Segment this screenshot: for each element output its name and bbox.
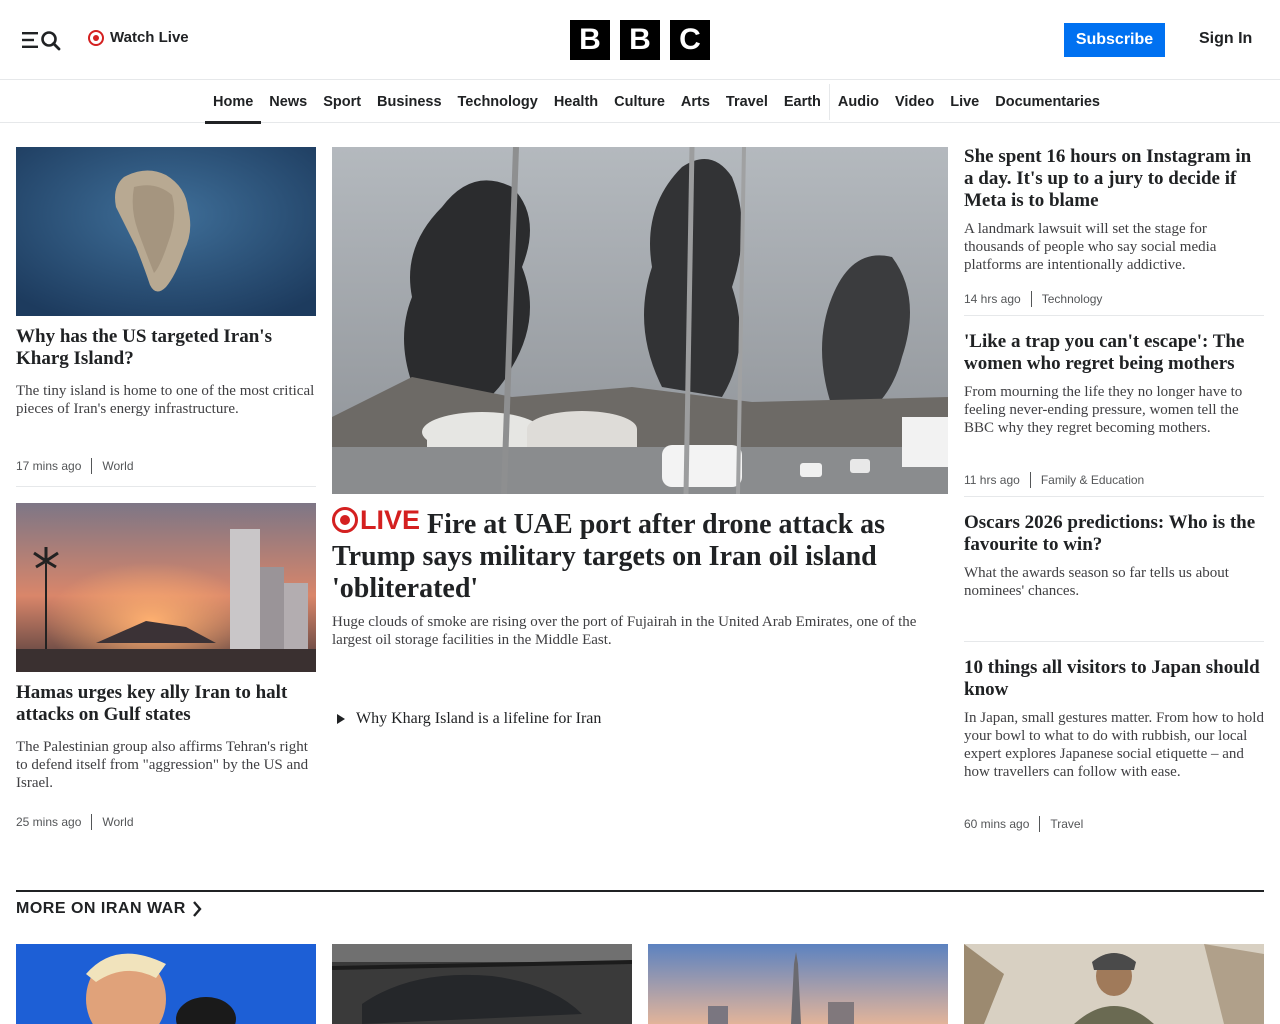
story-meta: 11 hrs ago Family & Education [964, 472, 1144, 488]
story-time: 60 mins ago [964, 817, 1030, 831]
nav-item-earth[interactable]: Earth [776, 81, 829, 123]
section-title: MORE ON IRAN WAR [16, 900, 186, 917]
chevron-right-icon [192, 901, 202, 917]
trump-image[interactable] [16, 944, 316, 1024]
menu-search-button[interactable] [20, 28, 64, 52]
main-headline[interactable]: LIVE Fire at UAE port after drone attack… [332, 504, 948, 605]
story-summary: The tiny island is home to one of the mo… [16, 383, 315, 417]
story-time: 11 hrs ago [964, 473, 1020, 487]
nav-item-travel[interactable]: Travel [718, 81, 776, 123]
nav-item-technology[interactable]: Technology [450, 81, 546, 123]
nav-item-news[interactable]: News [261, 81, 315, 123]
watch-live-link[interactable]: Watch Live [88, 29, 189, 46]
nav-item-video[interactable]: Video [887, 81, 942, 123]
story-summary: From mourning the life they no longer ha… [964, 384, 1243, 436]
dubai-skyline-image[interactable] [648, 944, 948, 1024]
watch-live-label: Watch Live [110, 29, 189, 46]
gulf-fire-image[interactable] [16, 503, 316, 672]
main-summary: Huge clouds of smoke are rising over the… [332, 614, 917, 648]
nav-item-sport[interactable]: Sport [315, 81, 369, 123]
subscribe-button[interactable]: Subscribe [1064, 23, 1165, 57]
section-divider [16, 890, 1264, 892]
related-link[interactable]: Why Kharg Island is a lifeline for Iran [336, 710, 601, 728]
kharg-island-image[interactable] [16, 147, 316, 316]
logo-letter: C [670, 20, 710, 60]
story-summary: The Palestinian group also affirms Tehra… [16, 739, 309, 791]
divider [964, 315, 1264, 316]
story-headline[interactable]: Why has the US targeted Iran's Kharg Isl… [16, 326, 316, 370]
fujairah-smoke-image[interactable] [332, 147, 948, 494]
story-section[interactable]: World [102, 815, 133, 829]
fighter-image[interactable] [964, 944, 1264, 1024]
story-time: 17 mins ago [16, 459, 82, 473]
story-meta: 17 mins ago World [16, 458, 134, 474]
nav-item-arts[interactable]: Arts [673, 81, 718, 123]
divider [964, 641, 1264, 642]
nav-item-business[interactable]: Business [369, 81, 449, 123]
site-header: Watch Live B B C Subscribe Sign In [0, 0, 1280, 80]
nav-item-culture[interactable]: Culture [606, 81, 673, 123]
logo-letter: B [620, 20, 660, 60]
story-summary: What the awards season so far tells us a… [964, 565, 1229, 599]
story-meta: 60 mins ago Travel [964, 816, 1083, 832]
story-section[interactable]: Travel [1050, 817, 1083, 831]
story-summary: In Japan, small gestures matter. From ho… [964, 710, 1264, 780]
sign-in-link[interactable]: Sign In [1199, 30, 1252, 48]
story-meta: 14 hrs ago Technology [964, 291, 1102, 307]
bbc-logo[interactable]: B B C [570, 20, 710, 60]
story-section[interactable]: Family & Education [1041, 473, 1144, 487]
story-headline[interactable]: Hamas urges key ally Iran to halt attack… [16, 682, 316, 726]
story-headline[interactable]: 'Like a trap you can't escape': The wome… [964, 331, 1264, 375]
divider [964, 496, 1264, 497]
live-icon [88, 29, 104, 46]
story-section[interactable]: World [102, 459, 133, 473]
live-label: LIVE [360, 505, 421, 535]
story-time: 25 mins ago [16, 815, 82, 829]
story-meta: 25 mins ago World [16, 814, 134, 830]
nav-item-audio[interactable]: Audio [830, 81, 887, 123]
story-headline[interactable]: She spent 16 hours on Instagram in a day… [964, 146, 1264, 212]
play-triangle-icon [337, 714, 345, 724]
nav-item-documentaries[interactable]: Documentaries [987, 81, 1108, 123]
more-on-iran-war-link[interactable]: MORE ON IRAN WAR [16, 900, 202, 918]
logo-letter: B [570, 20, 610, 60]
story-summary: A landmark lawsuit will set the stage fo… [964, 221, 1217, 273]
story-time: 14 hrs ago [964, 292, 1021, 306]
story-headline[interactable]: Oscars 2026 predictions: Who is the favo… [964, 512, 1264, 556]
nav-item-health[interactable]: Health [546, 81, 606, 123]
story-headline[interactable]: 10 things all visitors to Japan should k… [964, 657, 1264, 701]
main-nav: Home News Sport Business Technology Heal… [0, 81, 1280, 124]
nav-item-live[interactable]: Live [942, 81, 987, 123]
live-badge: LIVE [332, 504, 420, 536]
divider [16, 486, 316, 487]
menu-search-icon [22, 31, 61, 51]
nav-item-home[interactable]: Home [205, 81, 262, 124]
story-section[interactable]: Technology [1042, 292, 1103, 306]
live-icon [332, 507, 358, 533]
helicopter-image[interactable] [332, 944, 632, 1024]
related-link-label: Why Kharg Island is a lifeline for Iran [356, 710, 602, 727]
